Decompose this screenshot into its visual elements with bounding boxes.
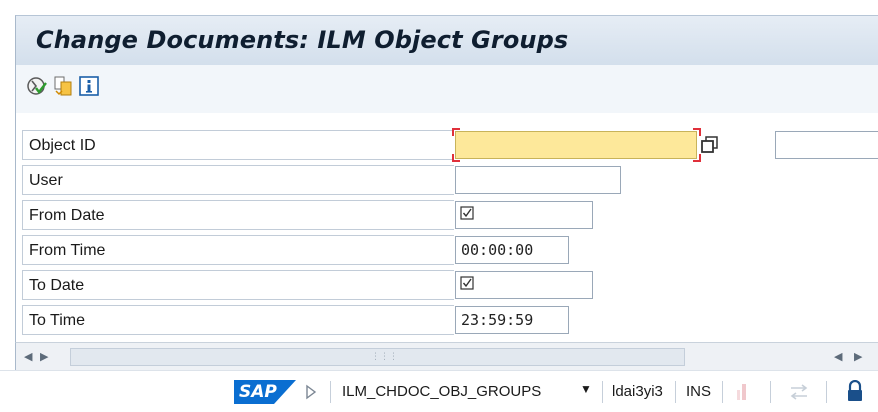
user-input[interactable]: [455, 166, 621, 194]
get-variant-button[interactable]: [52, 75, 74, 97]
object-id-input[interactable]: [455, 131, 697, 159]
separator: [330, 381, 331, 403]
from-date-input[interactable]: [455, 201, 593, 229]
server-name: ldai3yi3: [612, 383, 663, 400]
to-time-input[interactable]: 23:59:59: [455, 306, 569, 334]
scroll-thumb[interactable]: ⋮⋮⋮: [70, 348, 685, 366]
grip-icon: ⋮⋮⋮: [371, 351, 398, 361]
lock-icon[interactable]: [846, 379, 864, 402]
separator: [675, 381, 676, 403]
separator: [722, 381, 723, 403]
horizontal-scrollbar[interactable]: ◀ ▶ ⋮⋮⋮ ◀ ▶: [15, 342, 878, 370]
row-from-time: From Time 00:00:00: [16, 232, 878, 266]
label-cell: From Time: [22, 235, 454, 265]
separator: [826, 381, 827, 403]
focus-marker: [693, 154, 701, 162]
focus-marker: [452, 128, 460, 136]
information-button[interactable]: [78, 75, 100, 97]
play-triangle-icon: [306, 384, 317, 400]
separator: [602, 381, 603, 403]
multiple-selection-button[interactable]: [701, 136, 719, 154]
to-date-input[interactable]: [455, 271, 593, 299]
transaction-code: ILM_CHDOC_OBJ_GROUPS: [342, 383, 542, 400]
execute-button[interactable]: [26, 75, 48, 97]
from-time-label: From Time: [29, 242, 106, 259]
page-title: Change Documents: ILM Object Groups: [36, 26, 569, 54]
multiple-selection-icon: [701, 136, 718, 153]
scroll-right-icon[interactable]: ▶: [854, 350, 862, 363]
label-cell: To Date: [22, 270, 454, 300]
get-variant-icon: [54, 76, 72, 96]
selection-screen: Object ID User From Date From Time 00:00…: [15, 113, 878, 342]
chevron-down-icon[interactable]: ▼: [580, 382, 592, 396]
label-cell: Object ID: [22, 130, 454, 160]
user-label: User: [29, 172, 63, 189]
label-cell: User: [22, 165, 454, 195]
focus-marker: [452, 154, 460, 162]
row-object-id: Object ID: [16, 127, 878, 162]
focus-marker: [693, 128, 701, 136]
application-toolbar: [15, 65, 878, 113]
row-from-date: From Date: [16, 197, 878, 231]
row-user: User: [16, 162, 878, 196]
from-date-label: From Date: [29, 207, 105, 224]
calendar-check-icon: [460, 276, 474, 290]
input-mode[interactable]: INS: [686, 383, 711, 400]
scroll-left-icon[interactable]: ◀: [24, 350, 32, 363]
information-icon: [79, 76, 99, 96]
status-expand-button[interactable]: [305, 384, 317, 400]
calendar-check-icon: [460, 206, 474, 220]
title-bar: Change Documents: ILM Object Groups: [15, 15, 878, 65]
to-date-label: To Date: [29, 277, 85, 294]
scroll-right-icon[interactable]: ▶: [40, 350, 48, 363]
execute-icon: [27, 77, 47, 95]
separator: [770, 381, 771, 403]
to-time-label: To Time: [29, 312, 86, 329]
sap-logo: SAP: [234, 380, 296, 404]
status-bar: SAP ILM_CHDOC_OBJ_GROUPS ▼ ldai3yi3 INS: [0, 370, 878, 412]
object-id-to-input[interactable]: [775, 131, 878, 159]
exchange-icon: [788, 382, 810, 402]
row-to-date: To Date: [16, 267, 878, 301]
object-id-label: Object ID: [29, 137, 96, 154]
row-to-time: To Time 23:59:59: [16, 302, 878, 336]
from-time-input[interactable]: 00:00:00: [455, 236, 569, 264]
label-cell: From Date: [22, 200, 454, 230]
connection-icon: [732, 382, 752, 402]
label-cell: To Time: [22, 305, 454, 335]
scroll-left-icon[interactable]: ◀: [834, 350, 842, 363]
sap-logo-text: SAP: [239, 382, 277, 402]
